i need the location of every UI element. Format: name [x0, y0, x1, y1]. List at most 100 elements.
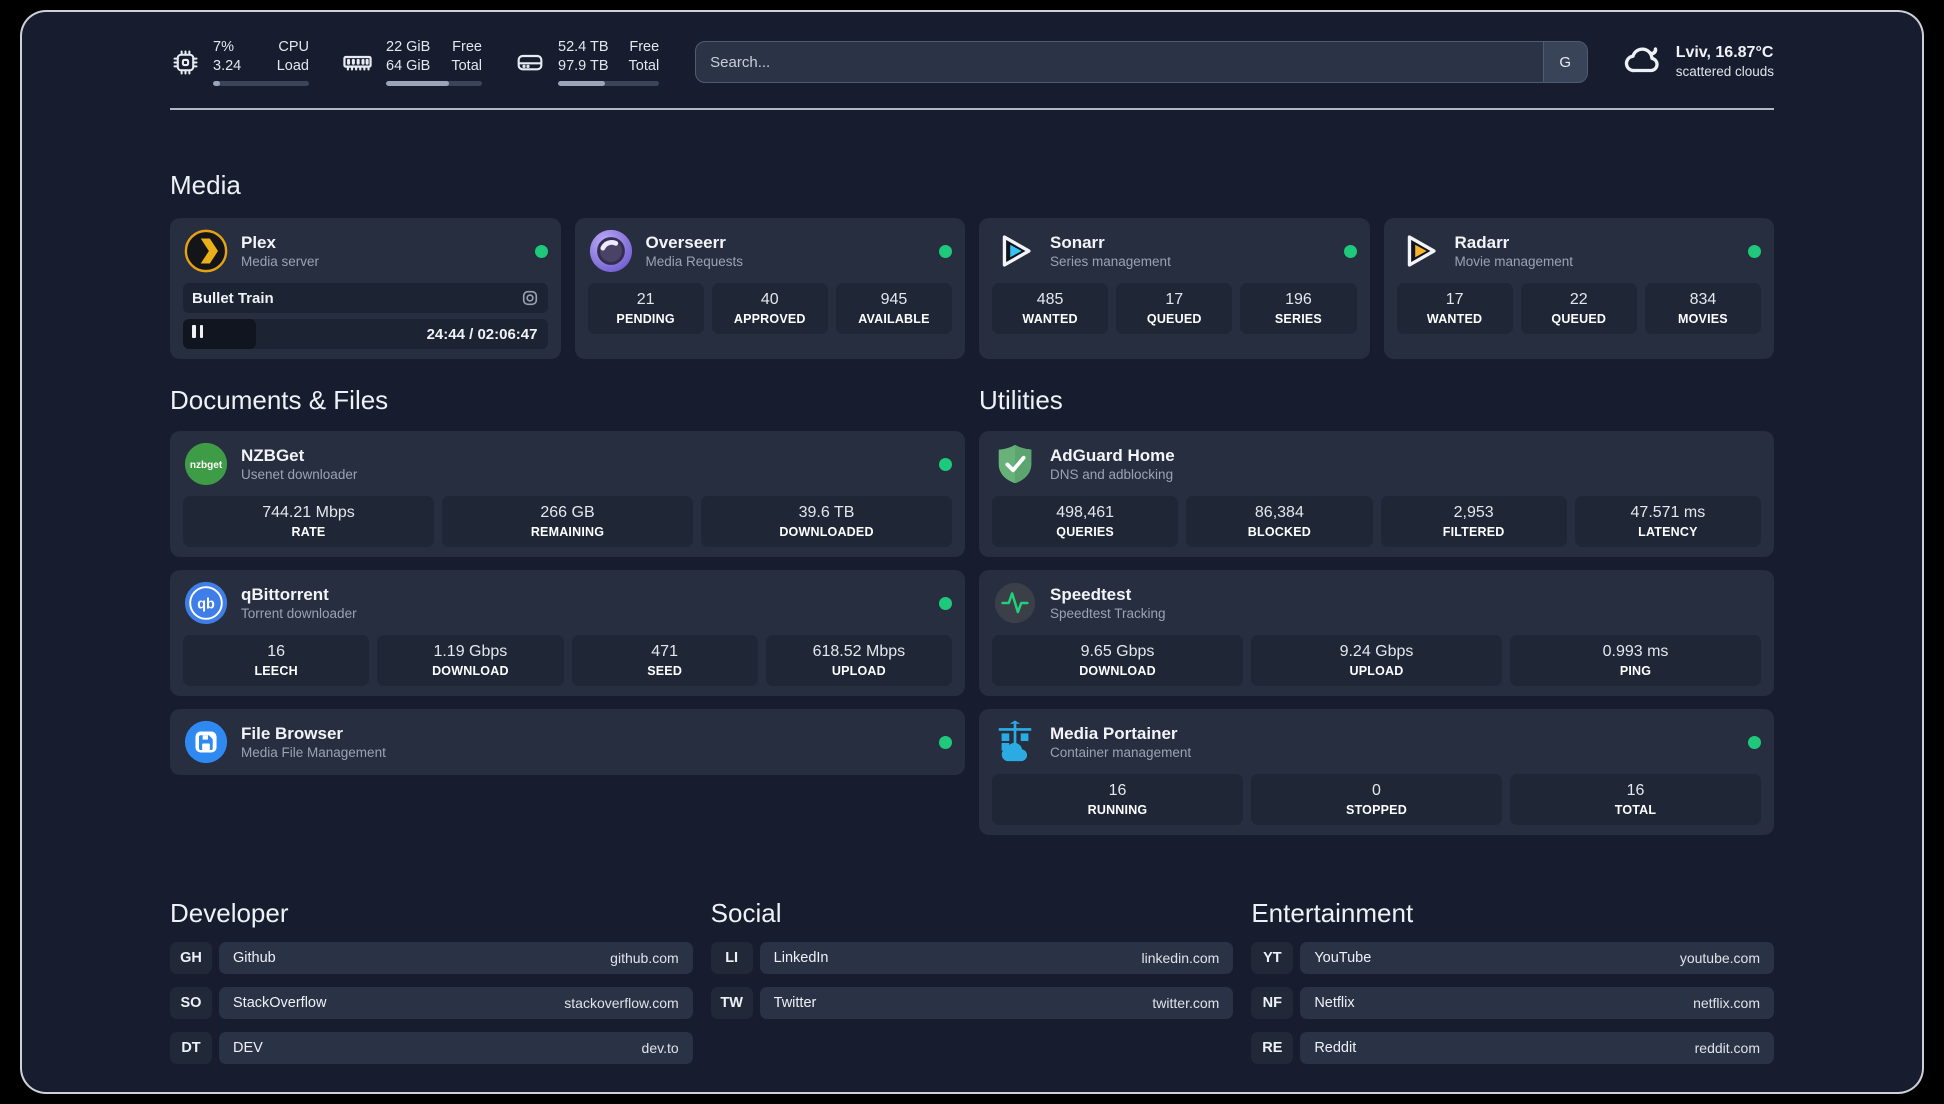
stat-value: 40	[760, 291, 779, 308]
status-online-dot	[534, 244, 548, 258]
section-title-media: Media	[170, 170, 241, 200]
stat-label: APPROVED	[733, 312, 806, 326]
link-name: YouTube	[1314, 950, 1372, 966]
filebrowser-icon	[183, 719, 229, 765]
stat-box: 498,461 QUERIES	[992, 496, 1179, 547]
speedtest-card[interactable]: Speedtest Speedtest Tracking 9.65 Gbps DO…	[979, 570, 1774, 696]
portainer-card[interactable]: Media Portainer Container management 16 R…	[979, 709, 1774, 835]
plex-card[interactable]: Plex Media server Bullet Train 24:44 / 0…	[170, 218, 561, 359]
app-name: Sonarr	[1050, 233, 1105, 252]
stat-value: 834	[1689, 291, 1717, 308]
stat-value: 1.19 Gbps	[433, 643, 508, 660]
pause-icon	[192, 325, 204, 343]
link-row-reddit[interactable]: RE Reddit reddit.com	[1251, 1032, 1774, 1064]
cpu-stat: 7% CPU 3.24 Load	[170, 38, 309, 86]
section-title-documents: Documents & Files	[170, 385, 389, 415]
app-desc: Media File Management	[241, 745, 386, 760]
stat-box: 17 WANTED	[1396, 283, 1513, 334]
adguard-icon	[992, 441, 1038, 487]
link-row-linkedin[interactable]: LI LinkedIn linkedin.com	[710, 942, 1234, 974]
link-tag: GH	[170, 942, 212, 974]
link-row-github[interactable]: GH Github github.com	[170, 942, 693, 974]
app-desc: Container management	[1050, 745, 1192, 760]
weather-condition: scattered clouds	[1675, 64, 1774, 79]
memory-total-label: Total	[451, 58, 482, 74]
radarr-card[interactable]: Radarr Movie management 17 WANTED 22 QUEUE…	[1383, 218, 1774, 359]
stat-box: 744.21 Mbps RATE	[183, 496, 434, 547]
stat-label: SEED	[647, 664, 683, 678]
link-tag: TW	[710, 987, 753, 1019]
link-url: github.com	[610, 950, 679, 966]
portainer-icon	[992, 719, 1038, 765]
filebrowser-card[interactable]: File Browser Media File Management	[170, 709, 965, 775]
stat-label: REMAINING	[530, 525, 605, 539]
search-engine-button[interactable]: G	[1542, 42, 1587, 82]
status-online-dot	[939, 596, 952, 610]
stat-box: 47.571 ms LATENCY	[1574, 496, 1761, 547]
stat-box: 9.65 Gbps DOWNLOAD	[992, 635, 1243, 686]
app-desc: Media Requests	[645, 254, 744, 269]
link-tag: LI	[710, 942, 753, 974]
stat-value: 39.6 TB	[798, 504, 855, 521]
stat-value: 22	[1569, 291, 1588, 308]
top-bar: 7% CPU 3.24 Load 22 GiB Free 64 GiB Tota…	[170, 12, 1774, 86]
social-section: Social LI LinkedIn linkedin.com TW Twitte…	[710, 896, 1234, 1077]
stat-label: WANTED	[1022, 312, 1078, 326]
cast-icon	[522, 290, 537, 306]
stat-box: 9.24 Gbps UPLOAD	[1251, 635, 1502, 686]
link-tag: DT	[170, 1032, 212, 1064]
link-row-youtube[interactable]: YT YouTube youtube.com	[1251, 942, 1774, 974]
playback-elapsed-segment	[183, 319, 256, 349]
app-name: Media Portainer	[1050, 724, 1178, 743]
link-url: dev.to	[641, 1040, 679, 1056]
stat-label: DOWNLOAD	[1079, 664, 1156, 678]
link-row-twitter[interactable]: TW Twitter twitter.com	[710, 987, 1234, 1019]
overseerr-icon	[588, 228, 634, 274]
qbittorrent-card[interactable]: qb qBittorrent Torrent downloader 16 LEEC…	[170, 570, 965, 696]
link-row-dev[interactable]: DT DEV dev.to	[170, 1032, 693, 1064]
stat-value: 485	[1036, 291, 1064, 308]
nzbget-icon: nzbget	[183, 441, 229, 487]
cpu-progress-bar	[213, 81, 309, 86]
adguard-card[interactable]: AdGuard Home DNS and adblocking 498,461 Q…	[979, 431, 1774, 557]
app-desc: Series management	[1050, 254, 1171, 269]
search-bar[interactable]: G	[695, 41, 1588, 83]
stat-value: 9.65 Gbps	[1080, 643, 1155, 660]
overseerr-card[interactable]: Overseerr Media Requests 21 PENDING 40 APP…	[574, 218, 965, 359]
disk-total-value: 97.9 TB	[558, 58, 609, 74]
link-tag: SO	[170, 987, 212, 1019]
nzbget-card[interactable]: nzbget NZBGet Usenet downloader 744.21 M…	[170, 431, 965, 557]
app-name: File Browser	[241, 724, 344, 743]
stat-value: 16	[1108, 782, 1127, 799]
stat-value: 744.21 Mbps	[262, 504, 355, 521]
link-name: Twitter	[773, 995, 817, 1011]
radarr-icon	[1397, 228, 1443, 274]
stat-value: 0.993 ms	[1602, 643, 1669, 660]
weather-widget: Lviv, 16.87°C scattered clouds	[1622, 39, 1774, 86]
status-online-dot	[939, 244, 952, 258]
app-desc: Torrent downloader	[241, 606, 357, 621]
sonarr-card[interactable]: Sonarr Series management 485 WANTED 17 QUE…	[979, 218, 1370, 359]
disk-progress-fill	[558, 81, 605, 86]
memory-free-value: 22 GiB	[386, 39, 431, 55]
status-online-dot	[1343, 244, 1357, 258]
stat-box: 0.993 ms PING	[1510, 635, 1761, 686]
stat-label: DOWNLOADED	[779, 525, 874, 539]
disk-stat: 52.4 TB Free 97.9 TB Total	[514, 38, 660, 86]
developer-section: Developer GH Github github.com SO StackOv…	[170, 896, 693, 1077]
stat-label: SERIES	[1274, 312, 1322, 326]
link-row-netflix[interactable]: NF Netflix netflix.com	[1251, 987, 1774, 1019]
status-online-dot	[1748, 244, 1761, 258]
header-divider	[170, 108, 1774, 110]
plex-playback-progress: 24:44 / 02:06:47	[183, 319, 548, 349]
stat-value: 471	[651, 643, 678, 660]
link-row-stackoverflow[interactable]: SO StackOverflow stackoverflow.com	[170, 987, 693, 1019]
stat-label: FILTERED	[1442, 525, 1505, 539]
app-name: Overseerr	[645, 233, 726, 252]
app-name: Speedtest	[1050, 585, 1132, 604]
svg-text:qb: qb	[197, 596, 215, 612]
stat-value: 618.52 Mbps	[812, 643, 906, 660]
search-input[interactable]	[696, 53, 1543, 71]
section-title-entertainment: Entertainment	[1251, 898, 1414, 928]
stat-value: 16	[267, 643, 286, 660]
